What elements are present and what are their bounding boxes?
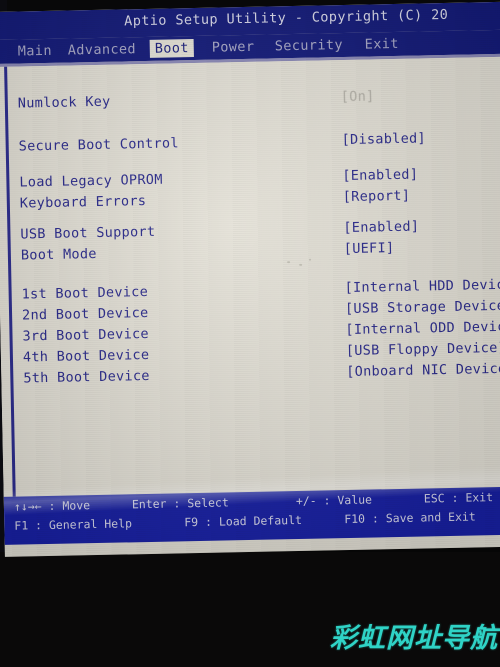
- setting-label: Secure Boot Control: [18, 135, 179, 155]
- setting-label: 5th Boot Device: [23, 367, 150, 387]
- pane-left-border: [4, 66, 16, 497]
- setting-row[interactable]: Numlock Key [On]: [0, 84, 500, 115]
- dust-speck: [287, 261, 291, 264]
- legend-hotkey: F1 : General Help: [14, 516, 133, 533]
- tab-boot[interactable]: Boot: [149, 38, 195, 58]
- legend-hotkey: ↑↓→← : Move: [13, 498, 91, 514]
- setting-value[interactable]: [Onboard NIC Device]: [346, 359, 500, 383]
- setting-label: Load Legacy OPROM: [19, 171, 163, 191]
- setting-value[interactable]: [Internal HDD Device]: [344, 274, 500, 299]
- legend-hotkey: +/- : Value: [295, 492, 373, 509]
- setting-label: 3rd Boot Device: [22, 325, 150, 345]
- bios-screen: Aptio Setup Utility - Copyright (C) 20 M…: [0, 1, 500, 557]
- setting-label: Boot Mode: [20, 245, 97, 264]
- tab-power[interactable]: Power: [207, 38, 260, 57]
- setting-label: 2nd Boot Device: [21, 304, 149, 324]
- dust-speck: [299, 263, 303, 266]
- legend-hotkey: ESC : Exit: [423, 490, 494, 506]
- setting-value[interactable]: [Disabled]: [341, 128, 426, 151]
- setting-value[interactable]: [USB Storage Device]: [345, 296, 500, 320]
- setting-label: Keyboard Errors: [19, 192, 147, 212]
- setting-label: 1st Boot Device: [21, 283, 149, 303]
- setting-row[interactable]: Secure Boot Control [Disabled]: [0, 127, 500, 158]
- photo-of-bios-screen: Aptio Setup Utility - Copyright (C) 20 M…: [0, 0, 500, 667]
- tab-security[interactable]: Security: [270, 36, 349, 56]
- dust-speck: [309, 258, 312, 261]
- utility-title: Aptio Setup Utility - Copyright (C) 20: [124, 6, 449, 30]
- setting-label: 4th Boot Device: [22, 346, 150, 366]
- setting-label: Numlock Key: [17, 93, 111, 112]
- legend-hotkey: Enter : Select: [131, 495, 229, 512]
- tab-advanced[interactable]: Advanced: [63, 40, 142, 60]
- setting-value[interactable]: [UEFI]: [344, 238, 395, 260]
- setting-value[interactable]: [Report]: [343, 186, 411, 208]
- legend-hotkey: F10 : Save and Exit: [344, 509, 476, 527]
- setting-value[interactable]: [Enabled]: [343, 217, 419, 240]
- setting-value[interactable]: [Internal ODD Device]: [345, 316, 500, 341]
- legend-hotkey: F9 : Load Default: [184, 512, 303, 530]
- site-watermark: 彩虹网址导航: [330, 623, 498, 654]
- settings-pane: Numlock Key [On] Secure Boot Control [Disab…: [0, 56, 500, 497]
- setting-value[interactable]: [Enabled]: [342, 165, 418, 188]
- tab-exit[interactable]: Exit: [360, 35, 404, 54]
- hotkey-legend-bar: ↑↓→← : Move Enter : Select +/- : Value ESC …: [3, 486, 500, 545]
- setting-value[interactable]: [On]: [341, 86, 375, 108]
- tab-main[interactable]: Main: [13, 42, 57, 61]
- setting-label: USB Boot Support: [20, 223, 156, 243]
